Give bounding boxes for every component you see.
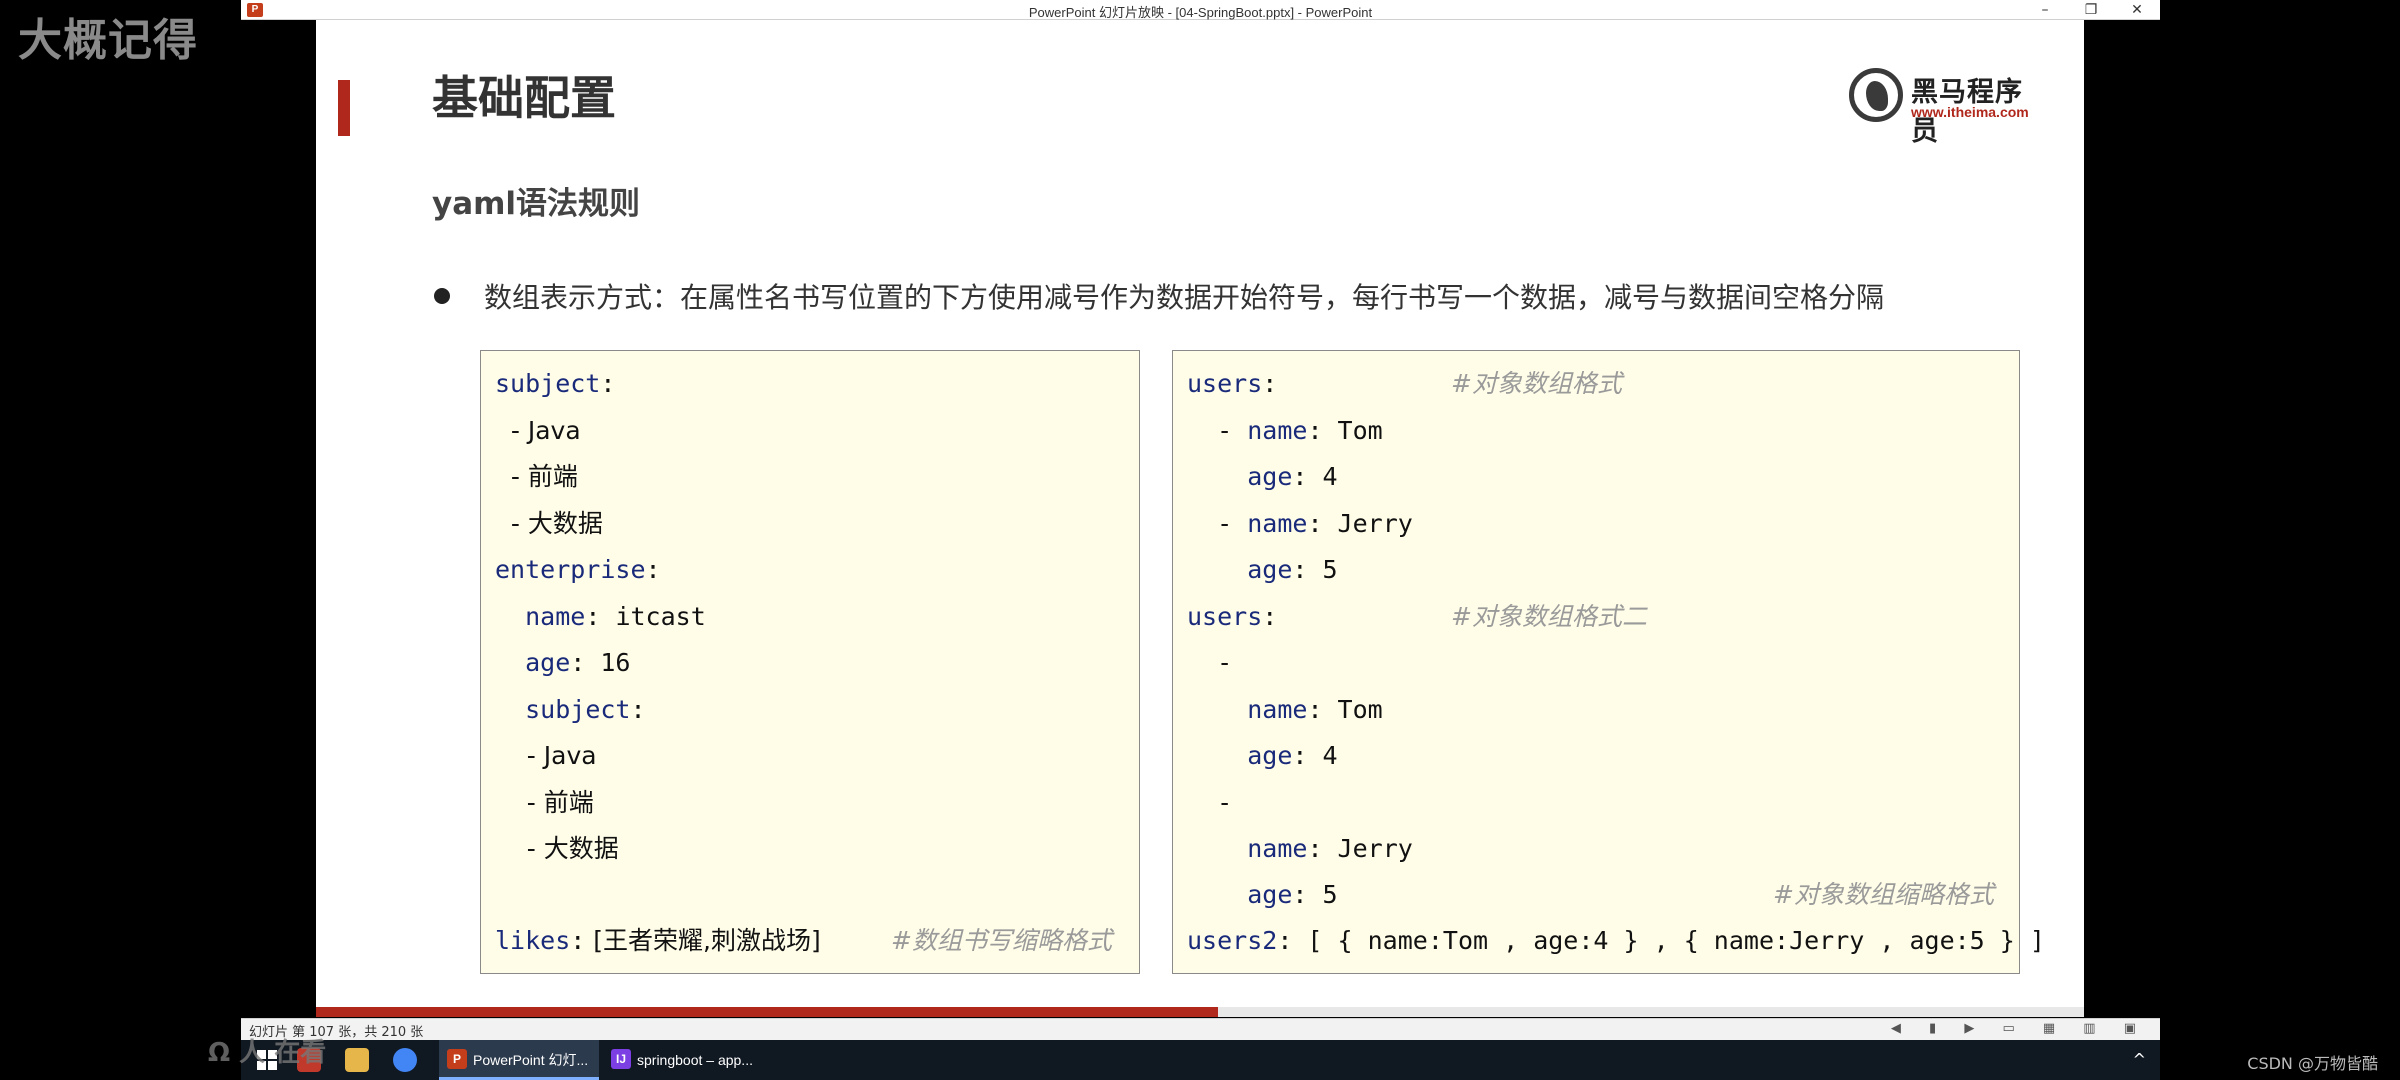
window-title: PowerPoint 幻灯片放映 - [04-SpringBoot.pptx] … [1028, 5, 1373, 20]
code-line: - Java [495, 416, 581, 445]
code-line: - name: Jerry [1187, 509, 1413, 538]
code-line: users2: [ { name:Tom , age:4 } , { name:… [1187, 926, 2045, 955]
code-value: Jerry [1322, 509, 1413, 538]
code-value: Tom [1322, 416, 1383, 445]
powerpoint-window: P PowerPoint 幻灯片放映 - [04-SpringBoot.pptx… [241, 0, 2160, 1040]
code-value: [王者荣耀,刺激战场] [585, 926, 821, 955]
slide-progress-fill [316, 1007, 1218, 1017]
code-key: users [1187, 602, 1263, 631]
taskbar-app-label: springboot – app... [637, 1052, 753, 1068]
code-key: name [1247, 416, 1308, 445]
code-value: itcast [600, 602, 706, 631]
title-bar: P PowerPoint 幻灯片放映 - [04-SpringBoot.pptx… [241, 0, 2160, 20]
code-line: age: 5 [1247, 555, 1338, 584]
code-key: users2 [1187, 926, 1278, 955]
code-line: age: 4 [1247, 741, 1338, 770]
code-key: name [1247, 834, 1308, 863]
close-button[interactable]: ✕ [2114, 0, 2160, 20]
code-box-right: users: #对象数组格式 - name: Tom age: 4 - name… [1172, 350, 2045, 974]
code-value: 5 [1307, 880, 1338, 909]
code-line: subject: [495, 369, 616, 398]
code-line: - [1187, 788, 1233, 817]
code-line: name: itcast [525, 602, 706, 631]
taskbar-intellij[interactable]: IJ springboot – app... [603, 1040, 763, 1080]
code-value: Tom [1322, 695, 1383, 724]
slide-title: 基础配置 [432, 71, 616, 125]
code-key: age [525, 648, 571, 677]
code-value: 16 [585, 648, 631, 677]
code-line: users: [1187, 369, 1278, 398]
slide-progress-bar [316, 1007, 2084, 1017]
code-line: - 大数据 [495, 834, 619, 863]
status-bar: 幻灯片 第 107 张，共 210 张 ◀ ▮ ▶ ▭ ▦ ▥ ▣ [241, 1018, 2160, 1040]
itheima-logo: 黑马程序员 www.itheima.com [1849, 62, 2039, 147]
code-key: likes [495, 926, 571, 955]
code-line: age: 16 [525, 648, 631, 677]
code-key: age [1247, 462, 1293, 491]
code-key: subject [525, 695, 631, 724]
chrome-icon[interactable] [393, 1048, 417, 1072]
watermark-bottom-right: CSDN @万物皆酷 [2247, 1054, 2378, 1073]
tray-expand-icon[interactable]: ^ [2133, 1050, 2146, 1069]
code-line: - 前端 [495, 462, 578, 491]
code-key: name [1247, 509, 1308, 538]
code-key: age [1247, 880, 1293, 909]
code-comment: #对象数组格式二 [1451, 602, 1647, 631]
code-dash: - [1187, 509, 1248, 538]
code-value: Jerry [1322, 834, 1413, 863]
code-line: - 前端 [495, 788, 594, 817]
code-key: name [1247, 695, 1308, 724]
view-controls-icon[interactable]: ◀ ▮ ▶ ▭ ▦ ▥ ▣ [1891, 1021, 2148, 1036]
horse-logo-icon [1849, 68, 1903, 122]
code-line: users: [1187, 602, 1278, 631]
code-box-left: subject: - Java - 前端 - 大数据 enterprise: n… [480, 350, 1140, 974]
bullet-dot-icon [434, 288, 450, 304]
slide-subtitle: yaml语法规则 [432, 186, 641, 222]
code-line: - Java [495, 741, 597, 770]
code-key: age [1247, 741, 1293, 770]
slide-canvas[interactable]: 黑 基础配置 黑马程序员 www.itheima.com yaml语法规则 数组… [316, 20, 2084, 1015]
watermark-top-left: 大概记得 [18, 15, 198, 66]
watermark-bottom-left: Ω 人 在看 [208, 1038, 327, 1068]
code-key: subject [495, 369, 601, 398]
code-line: - name: Tom [1187, 416, 1383, 445]
minimize-button[interactable]: – [2022, 0, 2068, 20]
intellij-icon: IJ [611, 1049, 631, 1069]
code-line: enterprise: [495, 555, 661, 584]
code-key: name [525, 602, 586, 631]
code-line: subject: [525, 695, 646, 724]
bullet-text: 数组表示方式：在属性名书写位置的下方使用减号作为数据开始符号，每行书写一个数据，… [484, 281, 1885, 314]
powerpoint-icon: P [447, 1049, 467, 1069]
code-dash: - [1187, 416, 1248, 445]
code-value: 5 [1307, 555, 1338, 584]
code-key: enterprise [495, 555, 646, 584]
code-line: age: 4 [1247, 462, 1338, 491]
code-value: 4 [1307, 741, 1338, 770]
code-line: likes: [王者荣耀,刺激战场] [495, 926, 821, 955]
code-comment: #对象数组缩略格式 [1773, 880, 1994, 909]
code-comment: #对象数组格式 [1451, 369, 1622, 398]
code-comment: #数组书写缩略格式 [891, 926, 1112, 955]
logo-url: www.itheima.com [1911, 104, 2029, 120]
code-line: name: Jerry [1247, 834, 1413, 863]
code-line: - 大数据 [495, 509, 603, 538]
title-accent-bar [338, 80, 350, 136]
code-line: - [1187, 648, 1233, 677]
code-key: age [1247, 555, 1293, 584]
code-line: name: Tom [1247, 695, 1383, 724]
code-value: 4 [1307, 462, 1338, 491]
file-explorer-icon[interactable] [345, 1048, 369, 1072]
maximize-button[interactable]: ❐ [2068, 0, 2114, 20]
taskbar: P PowerPoint 幻灯... IJ springboot – app..… [241, 1040, 2160, 1080]
taskbar-powerpoint[interactable]: P PowerPoint 幻灯... [439, 1040, 599, 1080]
code-value: [ { name:Tom , age:4 } , { name:Jerry , … [1292, 926, 2045, 955]
code-line: age: 5 [1247, 880, 1338, 909]
taskbar-app-label: PowerPoint 幻灯... [473, 1052, 589, 1068]
code-key: users [1187, 369, 1263, 398]
